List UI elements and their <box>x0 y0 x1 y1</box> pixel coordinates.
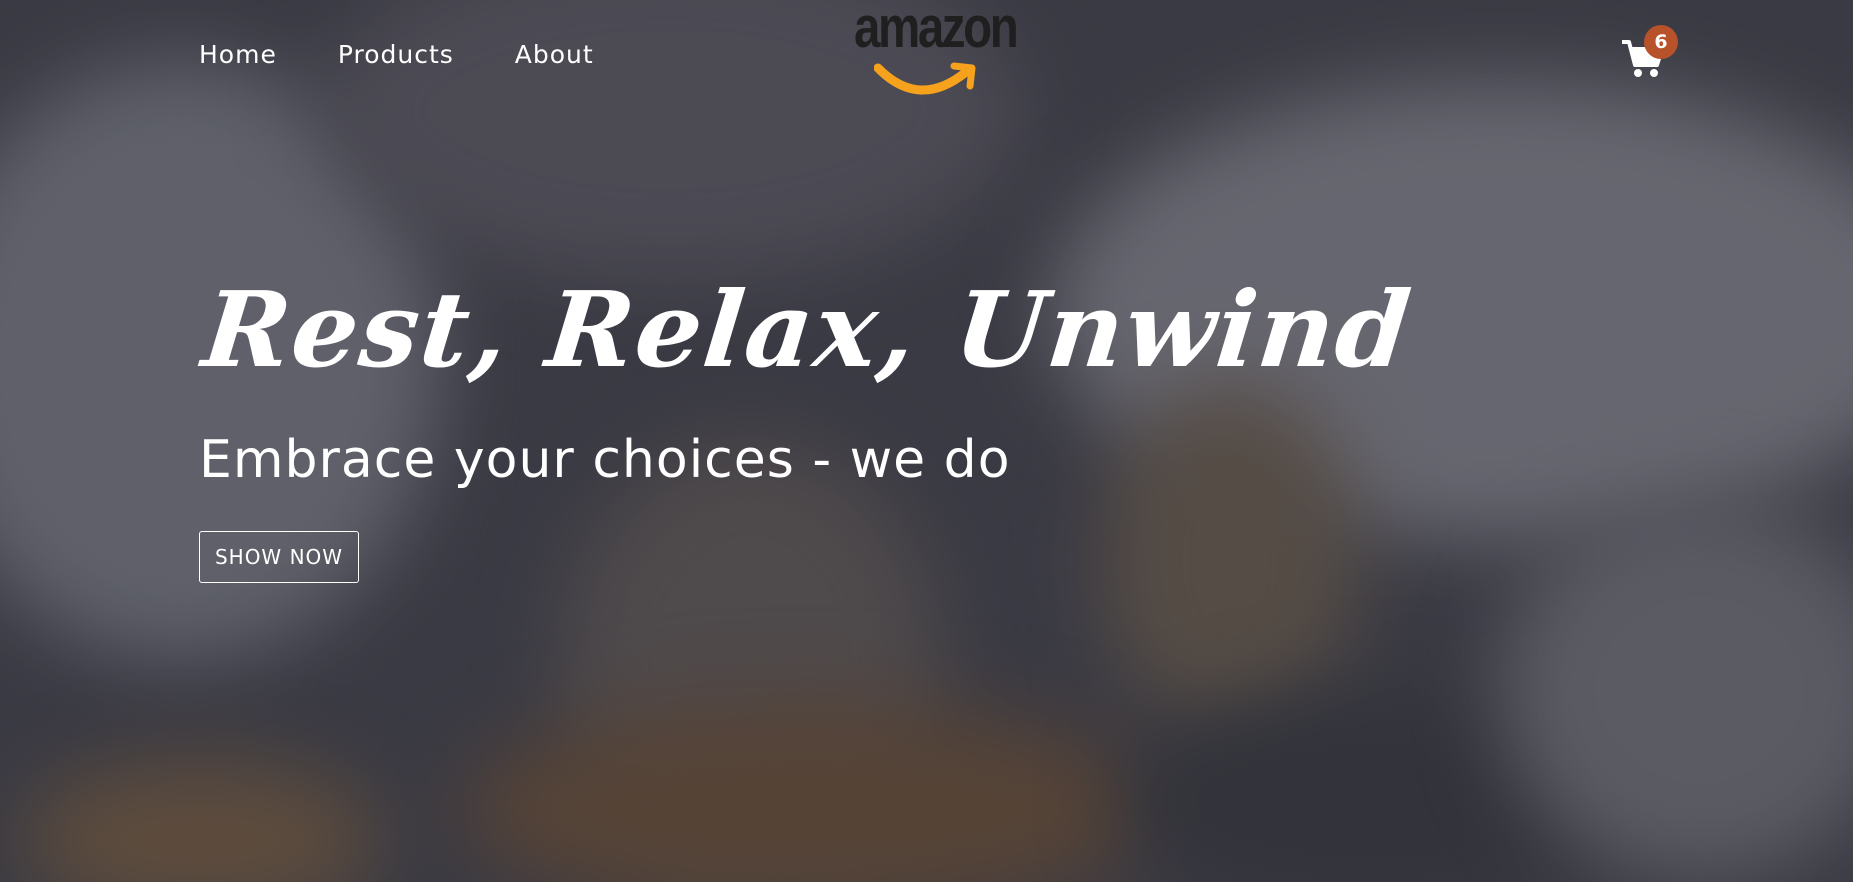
top-navbar: Home Products About amazon 6 <box>0 0 1853 110</box>
nav-link-about[interactable]: About <box>515 40 594 69</box>
nav-link-home[interactable]: Home <box>199 40 277 69</box>
cart-count-badge: 6 <box>1644 25 1678 59</box>
hero-section: Home Products About amazon 6 Rest, Relax… <box>0 0 1853 882</box>
hero-subheadline: Embrace your choices - we do <box>199 430 1011 490</box>
nav-links: Home Products About <box>199 40 594 69</box>
show-now-button[interactable]: SHOW NOW <box>199 531 359 583</box>
amazon-logo[interactable]: amazon <box>852 0 1019 106</box>
logo-smile-icon <box>874 62 976 95</box>
nav-link-products[interactable]: Products <box>338 40 454 69</box>
logo-wordmark: amazon <box>854 0 1019 60</box>
hero-headline: Rest, Relax, Unwind <box>197 268 1418 391</box>
